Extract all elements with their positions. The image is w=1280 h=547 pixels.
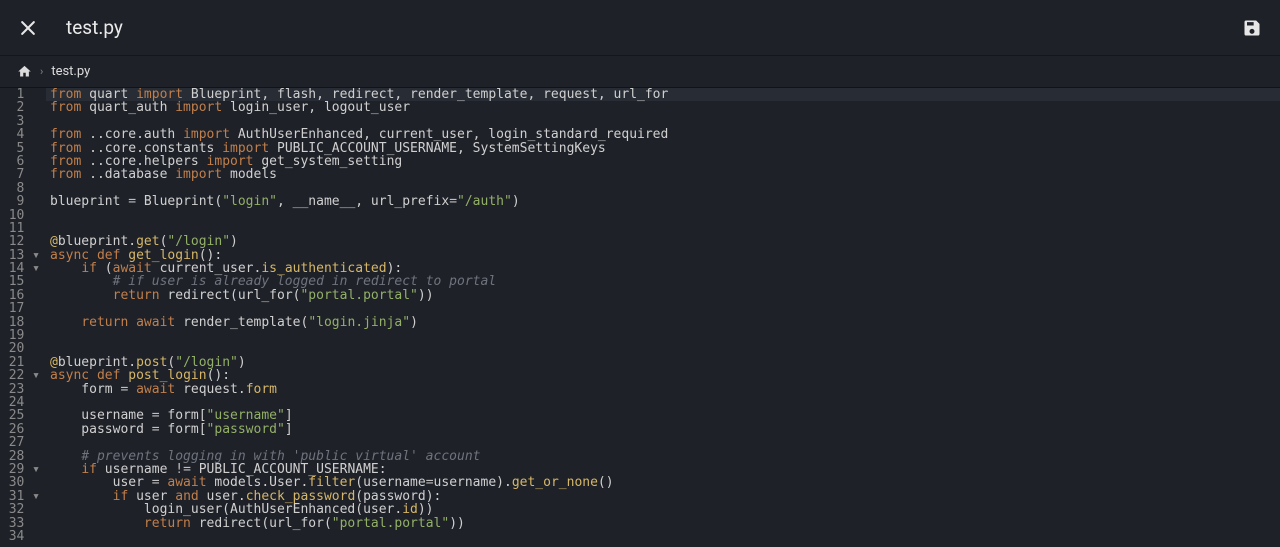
code-line[interactable]	[46, 342, 1280, 355]
line-number: 26	[0, 423, 40, 436]
code-line[interactable]: from ..database import models	[46, 168, 1280, 181]
code-line[interactable]: @blueprint.post("/login")	[46, 356, 1280, 369]
line-number: 34	[0, 530, 40, 543]
code-line[interactable]	[46, 396, 1280, 409]
code-line[interactable]: from ..core.auth import AuthUserEnhanced…	[46, 128, 1280, 141]
code-line[interactable]: form = await request.form	[46, 383, 1280, 396]
code-line[interactable]: # if user is already logged in redirect …	[46, 275, 1280, 288]
code-line[interactable]: # prevents logging in with 'public virtu…	[46, 450, 1280, 463]
line-number: 13 ▾	[0, 249, 40, 262]
line-number: 24	[0, 396, 40, 409]
code-line[interactable]: from quart import Blueprint, flash, redi…	[46, 88, 1280, 101]
code-line[interactable]: user = await models.User.filter(username…	[46, 476, 1280, 489]
line-number: 33	[0, 517, 40, 530]
line-number: 1	[0, 88, 40, 101]
line-number: 16	[0, 289, 40, 302]
line-number-gutter: 1 2 3 4 5 6 7 8 9 10 11 12 13 ▾14 ▾15 16…	[0, 88, 46, 547]
save-icon	[1242, 18, 1262, 38]
code-line[interactable]: password = form["password"]	[46, 423, 1280, 436]
line-number: 17	[0, 302, 40, 315]
code-line[interactable]: from ..core.helpers import get_system_se…	[46, 155, 1280, 168]
breadcrumb: › test.py	[0, 56, 1280, 88]
code-line[interactable]: from ..core.constants import PUBLIC_ACCO…	[46, 142, 1280, 155]
line-number: 11	[0, 222, 40, 235]
line-number: 19	[0, 329, 40, 342]
code-line[interactable]	[46, 222, 1280, 235]
line-number: 3	[0, 115, 40, 128]
line-number: 30	[0, 476, 40, 489]
code-line[interactable]	[46, 182, 1280, 195]
line-number: 20	[0, 342, 40, 355]
code-line[interactable]: from quart_auth import login_user, logou…	[46, 101, 1280, 114]
line-number: 23	[0, 383, 40, 396]
code-line[interactable]: if user and user.check_password(password…	[46, 490, 1280, 503]
line-number: 8	[0, 182, 40, 195]
code-line[interactable]: if username != PUBLIC_ACCOUNT_USERNAME:	[46, 463, 1280, 476]
code-line[interactable]	[46, 436, 1280, 449]
titlebar: test.py	[0, 0, 1280, 56]
code-area[interactable]: from quart import Blueprint, flash, redi…	[46, 88, 1280, 547]
close-icon	[18, 18, 38, 38]
code-line[interactable]	[46, 329, 1280, 342]
breadcrumb-file[interactable]: test.py	[51, 64, 90, 79]
code-line[interactable]: login_user(AuthUserEnhanced(user.id))	[46, 503, 1280, 516]
line-number: 9	[0, 195, 40, 208]
code-line[interactable]: return redirect(url_for("portal.portal")…	[46, 289, 1280, 302]
line-number: 15	[0, 275, 40, 288]
code-line[interactable]	[46, 302, 1280, 315]
line-number: 28	[0, 450, 40, 463]
line-number: 7	[0, 168, 40, 181]
code-line[interactable]: async def post_login():	[46, 369, 1280, 382]
code-editor[interactable]: 1 2 3 4 5 6 7 8 9 10 11 12 13 ▾14 ▾15 16…	[0, 88, 1280, 547]
line-number: 12	[0, 235, 40, 248]
line-number: 25	[0, 409, 40, 422]
code-line[interactable]: @blueprint.get("/login")	[46, 235, 1280, 248]
line-number: 27	[0, 436, 40, 449]
line-number: 29 ▾	[0, 463, 40, 476]
code-line[interactable]	[46, 209, 1280, 222]
code-line[interactable]: if (await current_user.is_authenticated)…	[46, 262, 1280, 275]
breadcrumb-home[interactable]	[16, 64, 32, 80]
code-line[interactable]: blueprint = Blueprint("login", __name__,…	[46, 195, 1280, 208]
home-icon	[17, 64, 32, 79]
tab-title: test.py	[66, 16, 123, 39]
code-line[interactable]	[46, 115, 1280, 128]
line-number: 10	[0, 209, 40, 222]
line-number: 31 ▾	[0, 490, 40, 503]
line-number: 4	[0, 128, 40, 141]
line-number: 21	[0, 356, 40, 369]
line-number: 18	[0, 316, 40, 329]
line-number: 32	[0, 503, 40, 516]
line-number: 22 ▾	[0, 369, 40, 382]
line-number: 2	[0, 101, 40, 114]
code-line[interactable]: return await render_template("login.jinj…	[46, 316, 1280, 329]
code-line[interactable]: username = form["username"]	[46, 409, 1280, 422]
save-button[interactable]	[1240, 16, 1264, 40]
line-number: 14 ▾	[0, 262, 40, 275]
chevron-right-icon: ›	[40, 65, 43, 78]
line-number: 5	[0, 142, 40, 155]
code-line[interactable]: return redirect(url_for("portal.portal")…	[46, 517, 1280, 530]
code-line[interactable]: async def get_login():	[46, 249, 1280, 262]
code-line[interactable]	[46, 530, 1280, 543]
line-number: 6	[0, 155, 40, 168]
close-button[interactable]	[16, 16, 40, 40]
titlebar-left: test.py	[16, 16, 123, 40]
